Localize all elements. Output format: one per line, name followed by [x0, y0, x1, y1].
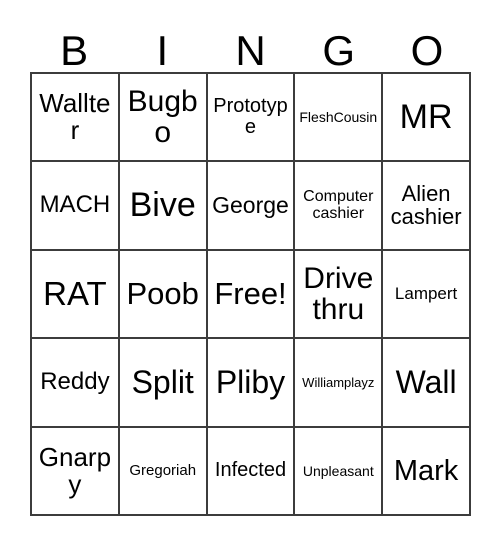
bingo-cell-label: FleshCousin — [299, 108, 378, 125]
bingo-cell-label: Bive — [129, 185, 196, 224]
bingo-cell-label: Gregoriah — [129, 462, 197, 479]
bingo-header-letter-g: G — [322, 27, 356, 74]
bingo-cell-label: Split — [131, 363, 194, 400]
bingo-cell[interactable]: Reddy — [32, 339, 120, 428]
bingo-cell[interactable]: Wall — [383, 339, 471, 428]
bingo-cell[interactable]: Poob — [119, 250, 208, 340]
bingo-cell[interactable]: MACH — [32, 162, 120, 251]
bingo-cell-label: Lampert — [394, 284, 458, 304]
bingo-cell[interactable]: Drive thru — [295, 250, 384, 340]
bingo-cell-label: Poob — [126, 275, 199, 311]
bingo-cell-label: Reddy — [40, 367, 110, 395]
bingo-cell[interactable]: Prototype — [207, 74, 296, 163]
bingo-cell-label: Free! — [214, 275, 287, 311]
bingo-cell-free-space[interactable]: Free! — [207, 250, 296, 340]
bingo-cell-label: Pliby — [215, 363, 286, 400]
bingo-cell[interactable]: Lampert — [383, 250, 471, 340]
bingo-cell[interactable]: Gnarpy — [32, 427, 120, 516]
bingo-cell[interactable]: Unpleasant — [295, 427, 384, 516]
bingo-cell[interactable]: MR — [383, 74, 471, 163]
bingo-cell-label: Wall — [395, 363, 457, 400]
bingo-cell[interactable]: FleshCousin — [295, 74, 384, 163]
bingo-cell[interactable]: Alien cashier — [383, 162, 471, 251]
bingo-card: B I N G O Wallter Bugbo Prototype FleshCous… — [0, 0, 500, 544]
bingo-header-row: B I N G O — [30, 16, 471, 72]
bingo-cell-label: Williamplayz — [302, 374, 375, 390]
bingo-cell-label: Mark — [393, 454, 459, 487]
bingo-cell-label: MR — [399, 97, 453, 136]
bingo-cell[interactable]: Pliby — [207, 339, 296, 428]
bingo-cell-label: RAT — [43, 274, 107, 312]
bingo-cell-label: Unpleasant — [302, 462, 374, 479]
bingo-cell[interactable]: Williamplayz — [295, 339, 384, 428]
bingo-cell[interactable]: Gregoriah — [119, 427, 208, 516]
bingo-cell-label: Gnarpy — [38, 441, 112, 499]
bingo-cell-label: Wallter — [39, 88, 111, 146]
bingo-grid: Wallter Bugbo Prototype FleshCousin MR MACH Bi… — [30, 72, 471, 516]
bingo-cell[interactable]: Split — [119, 339, 208, 428]
bingo-header-letter-o: O — [410, 27, 444, 74]
bingo-cell[interactable]: Computer cashier — [295, 162, 384, 251]
bingo-cell[interactable]: George — [207, 162, 296, 251]
bingo-cell[interactable]: Bugbo — [119, 74, 208, 163]
bingo-cell-label: Computer cashier — [303, 187, 374, 222]
bingo-cell[interactable]: RAT — [32, 250, 120, 340]
bingo-cell[interactable]: Mark — [383, 427, 471, 516]
bingo-cell-label: Drive thru — [303, 261, 374, 326]
bingo-cell-label: MACH — [39, 191, 111, 219]
bingo-cell-label: Prototype — [213, 95, 288, 139]
bingo-header-letter-i: I — [156, 27, 169, 74]
bingo-cell[interactable]: Infected — [207, 427, 296, 516]
bingo-header-letter-b: B — [60, 27, 89, 74]
bingo-header-letter-n: N — [235, 27, 266, 74]
bingo-cell-label: Bugbo — [127, 85, 198, 150]
bingo-cell[interactable]: Wallter — [32, 74, 120, 163]
bingo-cell[interactable]: Bive — [119, 162, 208, 251]
bingo-cell-label: Infected — [214, 459, 287, 482]
bingo-cell-label: George — [212, 191, 289, 218]
bingo-cell-label: Alien cashier — [390, 180, 462, 229]
